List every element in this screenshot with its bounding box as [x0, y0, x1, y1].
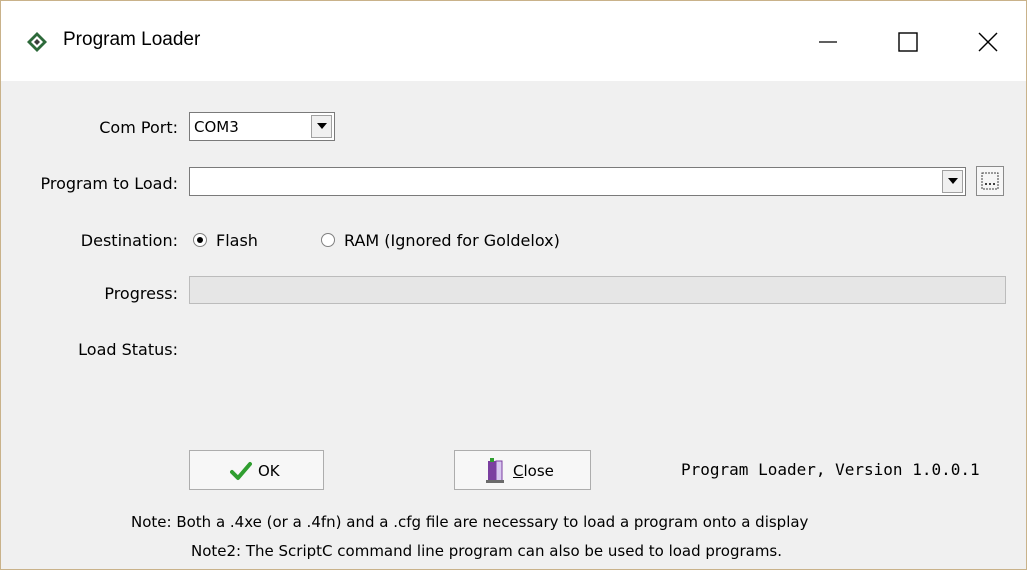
chevron-down-icon [317, 123, 327, 129]
minimize-icon [819, 41, 837, 43]
close-window-button[interactable] [958, 1, 1018, 81]
ram-radio-label[interactable]: RAM (Ignored for Goldelox) [344, 231, 560, 250]
flash-radio[interactable] [193, 233, 207, 247]
program-loader-window: Program Loader Com Port: COM3 Program to… [0, 0, 1027, 570]
maximize-button[interactable] [878, 1, 938, 81]
minimize-button[interactable] [798, 1, 858, 81]
checkmark-icon [230, 462, 252, 480]
com-port-value: COM3 [194, 118, 239, 136]
program-to-load-label: Program to Load: [40, 174, 178, 193]
browse-button[interactable] [976, 166, 1004, 196]
progress-bar [189, 276, 1006, 304]
ok-button-label: OK [258, 462, 280, 480]
maximize-icon [898, 32, 918, 52]
title-bar[interactable]: Program Loader [1, 1, 1026, 81]
app-icon [26, 31, 48, 53]
version-text: Program Loader, Version 1.0.0.1 [681, 460, 980, 479]
com-port-label: Com Port: [99, 118, 178, 137]
door-exit-icon [486, 458, 504, 483]
note-2: Note2: The ScriptC command line program … [191, 542, 783, 560]
load-status-label: Load Status: [78, 340, 178, 359]
close-button[interactable]: Close [454, 450, 591, 490]
flash-radio-label[interactable]: Flash [216, 231, 258, 250]
ok-button[interactable]: OK [189, 450, 324, 490]
com-port-dropdown-button[interactable] [311, 115, 332, 138]
close-icon [978, 32, 998, 52]
note-1: Note: Both a .4xe (or a .4fn) and a .cfg… [131, 513, 809, 531]
chevron-down-icon [948, 178, 958, 184]
close-button-label: Close [513, 462, 554, 480]
progress-label: Progress: [104, 284, 178, 303]
window-title: Program Loader [63, 29, 201, 50]
browse-folder-icon [981, 172, 999, 190]
ram-radio[interactable] [321, 233, 335, 247]
program-to-load-combo[interactable] [189, 167, 966, 196]
program-dropdown-button[interactable] [942, 170, 963, 193]
com-port-select[interactable]: COM3 [189, 112, 335, 141]
destination-label: Destination: [80, 231, 178, 250]
